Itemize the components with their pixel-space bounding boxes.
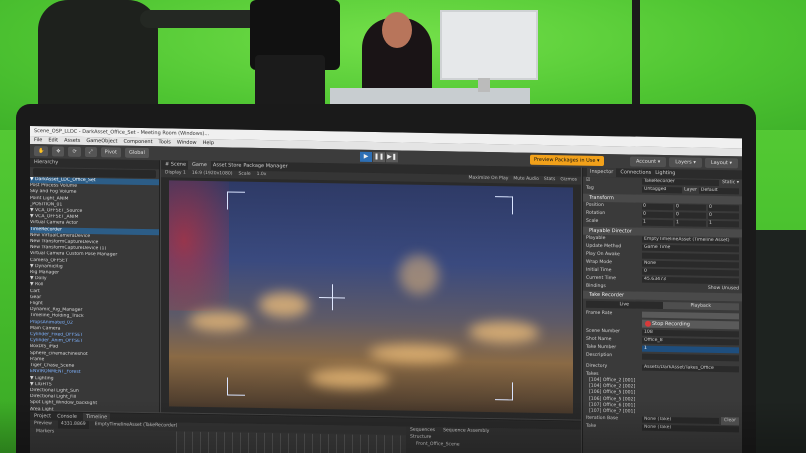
field-label: Description (586, 352, 613, 359)
scale-label: Scale (586, 218, 599, 224)
pivot-toggle[interactable]: Pivot (100, 147, 121, 158)
presenter-head (382, 12, 412, 48)
timeline-asset-label: EmptyTimelineAsset (TakeRecorder) (94, 422, 178, 429)
layout-dropdown[interactable]: Layout ▾ (704, 157, 738, 169)
camera-body (255, 55, 325, 110)
recorder-fields: Scene Number 108 Shot Name Office_8 Take Num… (583, 328, 742, 363)
account-dropdown[interactable]: Account ▾ (629, 156, 667, 168)
menu-file[interactable]: File (34, 136, 42, 144)
takes-list: [104] Office_2 [001] [104] Office_2 [002]… (583, 378, 742, 418)
frame-corner-bl (227, 377, 245, 396)
tab-asset-store[interactable]: Asset Store (213, 161, 241, 170)
crosshair-icon (332, 284, 333, 311)
stats-toggle[interactable]: Stats (544, 176, 556, 184)
red-lens-glow (169, 180, 229, 312)
resolution-dropdown[interactable]: 16:9 (1920x1080) (192, 170, 233, 179)
frame-corner-tr (495, 196, 513, 215)
menu-edit[interactable]: Edit (48, 136, 58, 144)
position-z[interactable]: 0 (708, 204, 739, 212)
move-tool-icon[interactable]: ✥ (52, 146, 65, 157)
live-mode-button[interactable]: Live (586, 300, 663, 310)
bindings-foldout[interactable]: Bindings (586, 283, 642, 291)
take-field[interactable]: None (Take) (642, 424, 739, 433)
frame-corner-tl (227, 191, 245, 210)
rotate-tool-icon[interactable]: ⟳ (68, 146, 81, 157)
menu-tools[interactable]: Tools (159, 138, 171, 146)
stop-recording-button[interactable]: Stop Recording (642, 319, 739, 330)
rotation-x[interactable]: 0 (642, 211, 673, 219)
take-label: Take (586, 423, 597, 430)
play-button[interactable]: ▶ (360, 151, 372, 162)
preview-packages-badge[interactable]: Preview Packages in Use ▾ (530, 154, 604, 167)
scale-z[interactable]: 1 (708, 220, 739, 228)
light-stand (632, 0, 640, 120)
take-recorder-header[interactable]: Take Recorder (583, 290, 742, 302)
take-row: Take None (Take) (583, 423, 742, 434)
tab-game[interactable]: Game (188, 160, 211, 171)
static-dropdown[interactable]: Static ▾ (719, 179, 739, 187)
scale-y[interactable]: 1 (675, 220, 706, 227)
frame-counter[interactable]: 4331.8869 (57, 420, 89, 430)
hierarchy-list: ▼ DarkAsset_LDC_Office_Set Post Process … (30, 177, 159, 415)
sequences-panel: Sequences Sequence Assembly Structure Fr… (406, 426, 581, 453)
field-row: Description (583, 352, 742, 363)
tab-inspector[interactable]: Inspector (587, 167, 617, 178)
play-controls: ▶ ❚❚ ▶❚ (360, 151, 398, 163)
pause-button[interactable]: ❚❚ (373, 151, 385, 163)
studio-photo: Scene_OSP_LLDC - DarkAsset_Office_Set - … (0, 0, 806, 453)
scale-tool-icon[interactable]: ⤢ (84, 146, 97, 158)
menu-help[interactable]: Help (203, 139, 214, 147)
layers-dropdown[interactable]: Layers ▾ (669, 157, 702, 168)
bokeh-light (259, 291, 309, 318)
bokeh-light (309, 367, 389, 390)
step-button[interactable]: ▶❚ (386, 152, 398, 163)
tab-project[interactable]: Project (34, 412, 51, 420)
tab-lighting[interactable]: Lighting (655, 169, 675, 178)
gizmos-toggle[interactable]: Gizmos (560, 176, 577, 184)
menu-assets[interactable]: Assets (64, 137, 80, 145)
tab-sequence-assembly[interactable]: Sequence Assembly (443, 427, 489, 435)
hand-tool-icon[interactable]: ✋ (34, 146, 49, 157)
game-view-options: Maximize On Play Mute Audio Stats Gizmos (468, 175, 577, 185)
laptop-screen: Scene_OSP_LLDC - DarkAsset_Office_Set - … (30, 126, 742, 453)
camera-render[interactable] (169, 180, 573, 414)
maximize-on-play-toggle[interactable]: Maximize On Play (468, 175, 508, 184)
recorder-mode-toggle: Live Playback (586, 300, 739, 311)
hierarchy-panel: Hierarchy ▼ DarkAsset_LDC_Office_Set Pos… (30, 158, 160, 415)
tag-label: Tag (586, 185, 594, 191)
toolbar-right: Account ▾ Layers ▾ Layout ▾ (629, 156, 738, 169)
game-view-panel: # Scene Game Asset Store Package Manager… (161, 160, 581, 420)
frame-rate-label: Frame Rate (586, 310, 613, 317)
scale-value[interactable]: 1.0x (257, 171, 267, 179)
monitor-stand (478, 78, 490, 92)
studio-monitor (440, 10, 538, 80)
playback-mode-button[interactable]: Playback (662, 302, 739, 311)
mute-audio-toggle[interactable]: Mute Audio (513, 175, 539, 183)
bokeh-light (469, 320, 539, 344)
clear-button[interactable]: Clear (720, 417, 739, 426)
timeline-ruler[interactable] (176, 431, 406, 453)
position-x[interactable]: 0 (642, 203, 673, 211)
scale-label: Scale (238, 171, 251, 177)
frame-rate-field[interactable] (642, 311, 739, 320)
layer-dropdown[interactable]: Default (698, 187, 739, 195)
bokeh-light (399, 254, 439, 296)
inspector-panel: Inspector Connections Lighting ☑ TakeRec… (582, 167, 742, 453)
scale-x[interactable]: 1 (642, 219, 673, 227)
frame-rate-row: Frame Rate (583, 310, 742, 321)
bokeh-light (189, 310, 249, 332)
tag-dropdown[interactable]: Untagged (642, 186, 683, 194)
position-y[interactable]: 0 (675, 204, 706, 211)
rotation-z[interactable]: 0 (708, 212, 739, 220)
field-value[interactable] (642, 353, 739, 362)
display-dropdown[interactable]: Display 1 (165, 169, 186, 177)
operator-arm (140, 10, 260, 28)
bokeh-light (369, 343, 459, 364)
playable-director-fields: Playable EmptyTimelineAsset (Timeline Ass… (583, 235, 742, 286)
global-toggle[interactable]: Global (124, 147, 149, 159)
rotation-y[interactable]: 0 (675, 212, 706, 219)
frame-corner-br (495, 382, 513, 401)
layer-label: Layer (684, 187, 697, 193)
tab-scene[interactable]: # Scene (165, 160, 186, 169)
